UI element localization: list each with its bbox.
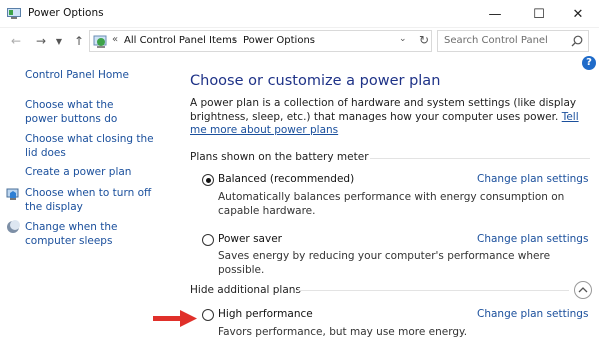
radio-high-performance[interactable] <box>202 309 214 321</box>
sidebar-item-control-panel-home[interactable]: Control Panel Home <box>25 68 129 82</box>
breadcrumb-all-items[interactable]: All Control Panel Items <box>124 35 237 46</box>
arrow-left-icon: ← <box>10 34 22 48</box>
title-bar: Power Options — ☐ ✕ <box>0 0 599 28</box>
sidebar-item-power-buttons[interactable]: Choose what the power buttons do <box>25 98 140 126</box>
search-placeholder: Search Control Panel <box>444 35 548 46</box>
change-plan-settings-balanced[interactable]: Change plan settings <box>477 173 588 185</box>
address-overflow-icon[interactable]: « <box>112 34 118 45</box>
radio-balanced[interactable] <box>202 174 214 186</box>
forward-button[interactable]: → <box>32 31 50 51</box>
chevron-down-icon: ▼ <box>55 36 63 46</box>
sidebar-item-turn-off-display[interactable]: Choose when to turn off the display <box>25 186 155 214</box>
search-icon <box>571 35 583 47</box>
recent-locations-button[interactable]: ▼ <box>53 31 65 51</box>
description-text: A power plan is a collection of hardware… <box>190 97 577 123</box>
search-input[interactable]: Search Control Panel <box>437 30 589 52</box>
window-title: Power Options <box>28 7 104 19</box>
address-bar[interactable]: « All Control Panel Items › Power Option… <box>89 30 432 52</box>
arrow-right-icon: → <box>35 34 47 48</box>
change-plan-settings-high-performance[interactable]: Change plan settings <box>477 308 588 320</box>
plan-name-balanced[interactable]: Balanced (recommended) <box>218 173 354 185</box>
minimize-button[interactable]: — <box>473 0 517 28</box>
address-dropdown-icon[interactable]: ⌄ <box>399 34 407 44</box>
sidebar-item-computer-sleeps[interactable]: Change when the computer sleeps <box>25 220 155 248</box>
section-hide-additional: Hide additional plans <box>190 284 301 296</box>
page-title: Choose or customize a power plan <box>190 73 441 89</box>
plan-desc-balanced: Automatically balances performance with … <box>218 191 565 217</box>
help-icon[interactable]: ? <box>582 56 596 70</box>
breadcrumb-separator: › <box>232 34 236 45</box>
power-options-app-icon <box>7 8 21 19</box>
navigation-bar: ← → ▼ ↑ « All Control Panel Items › Powe… <box>0 28 599 54</box>
plan-name-high-performance[interactable]: High performance <box>218 308 313 320</box>
plan-desc-high-performance: Favors performance, but may use more ene… <box>218 326 468 338</box>
change-plan-settings-power-saver[interactable]: Change plan settings <box>477 233 588 245</box>
sidebar-item-closing-lid[interactable]: Choose what closing the lid does <box>25 132 155 160</box>
close-button[interactable]: ✕ <box>557 0 599 28</box>
monitor-shield-icon <box>6 188 19 200</box>
plan-desc-power-saver: Saves energy by reducing your computer's… <box>218 250 551 276</box>
chevron-up-icon <box>578 287 588 293</box>
up-button[interactable]: ↑ <box>70 31 88 51</box>
arrow-up-icon: ↑ <box>73 34 85 48</box>
refresh-icon: ↻ <box>418 33 430 47</box>
refresh-button[interactable]: ↻ <box>416 32 432 48</box>
section-battery-meter: Plans shown on the battery meter <box>190 151 369 163</box>
maximize-button[interactable]: ☐ <box>517 0 561 28</box>
breadcrumb-power-options[interactable]: Power Options <box>243 35 315 46</box>
sidebar-item-create-plan[interactable]: Create a power plan <box>25 165 131 179</box>
section-divider <box>370 158 590 159</box>
collapse-button[interactable] <box>574 281 592 299</box>
radio-power-saver[interactable] <box>202 234 214 246</box>
page-description: A power plan is a collection of hardware… <box>190 97 585 138</box>
back-button[interactable]: ← <box>7 31 25 51</box>
moon-icon <box>7 220 20 233</box>
red-arrow-icon <box>153 310 197 327</box>
control-panel-icon <box>93 35 107 48</box>
section-divider <box>297 290 569 291</box>
plan-name-power-saver[interactable]: Power saver <box>218 233 282 245</box>
